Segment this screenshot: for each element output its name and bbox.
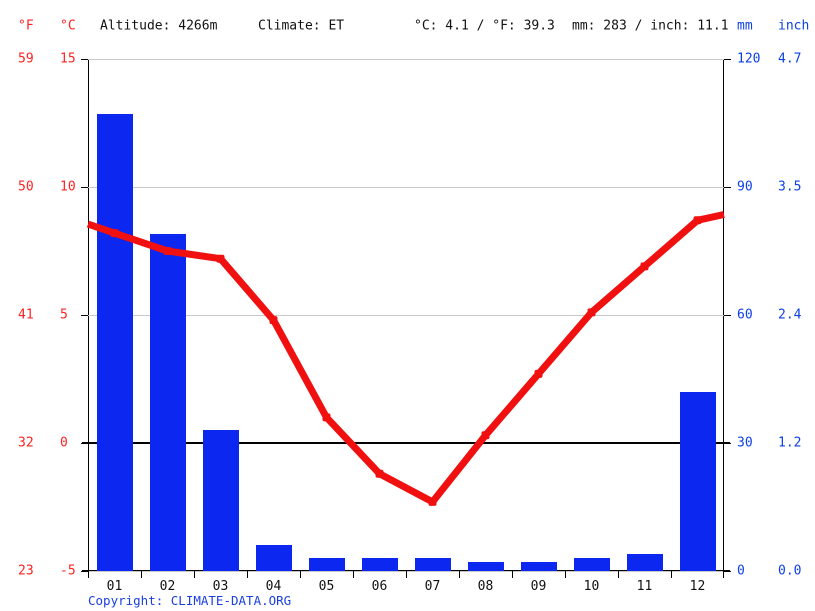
x-axis-tick bbox=[671, 571, 672, 578]
x-axis-tick bbox=[353, 571, 354, 578]
axis-label-inch: 2.4 bbox=[778, 307, 802, 323]
x-axis-tick bbox=[459, 571, 460, 578]
temperature-polyline bbox=[86, 211, 725, 506]
x-axis-tick bbox=[512, 571, 513, 578]
month-label: 01 bbox=[106, 579, 123, 594]
axis-label-fahrenheit: 41 bbox=[18, 307, 34, 323]
temperature-point bbox=[110, 229, 119, 238]
axis-label-celsius: -5 bbox=[60, 563, 76, 579]
header-fahrenheit-unit: °F bbox=[18, 18, 34, 34]
month-label: 07 bbox=[424, 579, 441, 594]
month-label: 04 bbox=[265, 579, 282, 594]
x-axis-tick bbox=[247, 571, 248, 578]
temperature-point bbox=[216, 254, 225, 263]
x-axis-tick bbox=[618, 571, 619, 578]
temperature-point bbox=[587, 308, 596, 317]
axis-label-mm: 120 bbox=[737, 51, 761, 67]
x-axis-tick bbox=[300, 571, 301, 578]
copyright-label: Copyright: CLIMATE-DATA.ORG bbox=[88, 593, 292, 608]
temperature-point bbox=[640, 262, 649, 271]
axis-label-inch: 3.5 bbox=[778, 179, 802, 195]
temperature-point bbox=[322, 413, 331, 422]
axis-label-fahrenheit: 59 bbox=[18, 51, 34, 67]
temperature-point bbox=[428, 497, 437, 506]
header-climate: Climate: ET bbox=[258, 18, 345, 34]
temperature-point bbox=[163, 247, 172, 255]
axis-label-celsius: 5 bbox=[60, 307, 68, 323]
chart-header: °F °C Altitude: 4266m Climate: ET °C: 4.… bbox=[0, 0, 815, 46]
month-label: 11 bbox=[636, 579, 653, 594]
x-axis-tick bbox=[88, 571, 89, 578]
temperature-point bbox=[534, 369, 543, 378]
axis-label-mm: 30 bbox=[737, 435, 753, 451]
temperature-point bbox=[375, 469, 384, 478]
left-axis-tick bbox=[81, 443, 88, 444]
x-axis-tick bbox=[565, 571, 566, 578]
month-label: 08 bbox=[477, 579, 494, 594]
header-temperature-summary: °C: 4.1 / °F: 39.3 bbox=[414, 18, 555, 34]
plot-area bbox=[81, 59, 731, 578]
axis-label-fahrenheit: 23 bbox=[18, 563, 34, 579]
header-altitude: Altitude: 4266m bbox=[100, 18, 218, 34]
axis-label-mm: 60 bbox=[737, 307, 753, 323]
x-axis-tick bbox=[194, 571, 195, 578]
right-axis-tick bbox=[724, 187, 731, 188]
month-label: 03 bbox=[212, 579, 229, 594]
x-axis-tick bbox=[723, 571, 724, 578]
axis-label-inch: 1.2 bbox=[778, 435, 802, 451]
header-celsius-unit: °C bbox=[60, 18, 76, 34]
right-axis-tick bbox=[724, 443, 731, 444]
axis-label-celsius: 0 bbox=[60, 435, 68, 451]
x-axis-tick bbox=[406, 571, 407, 578]
left-axis-tick bbox=[81, 187, 88, 188]
right-axis-tick bbox=[724, 315, 731, 316]
axis-label-inch: 0.0 bbox=[778, 563, 802, 579]
header-precipitation-summary: mm: 283 / inch: 11.1 bbox=[572, 18, 729, 34]
axis-label-celsius: 15 bbox=[60, 51, 76, 67]
month-label: 12 bbox=[689, 579, 706, 594]
right-axis-tick bbox=[724, 571, 731, 572]
x-axis-tick bbox=[141, 571, 142, 578]
month-label: 06 bbox=[371, 579, 388, 594]
axis-label-mm: 0 bbox=[737, 563, 745, 579]
axis-label-mm: 90 bbox=[737, 179, 753, 195]
month-label: 09 bbox=[530, 579, 547, 594]
month-label: 10 bbox=[583, 579, 600, 594]
header-mm-unit: mm bbox=[737, 18, 753, 34]
temperature-point bbox=[269, 316, 278, 325]
left-axis-tick bbox=[81, 59, 88, 60]
temperature-line bbox=[86, 211, 725, 506]
axis-label-celsius: 10 bbox=[60, 179, 76, 195]
axis-label-fahrenheit: 32 bbox=[18, 435, 34, 451]
month-label: 02 bbox=[159, 579, 176, 594]
month-label: 05 bbox=[318, 579, 335, 594]
axis-label-inch: 4.7 bbox=[778, 51, 802, 67]
right-axis-tick bbox=[724, 59, 731, 60]
temperature-point bbox=[693, 216, 702, 225]
temperature-point bbox=[481, 431, 490, 440]
climate-chart-page: °F °C Altitude: 4266m Climate: ET °C: 4.… bbox=[0, 0, 815, 611]
left-axis-tick bbox=[81, 315, 88, 316]
axis-label-fahrenheit: 50 bbox=[18, 179, 34, 195]
header-inch-unit: inch bbox=[778, 18, 810, 34]
left-axis-tick bbox=[81, 571, 88, 572]
